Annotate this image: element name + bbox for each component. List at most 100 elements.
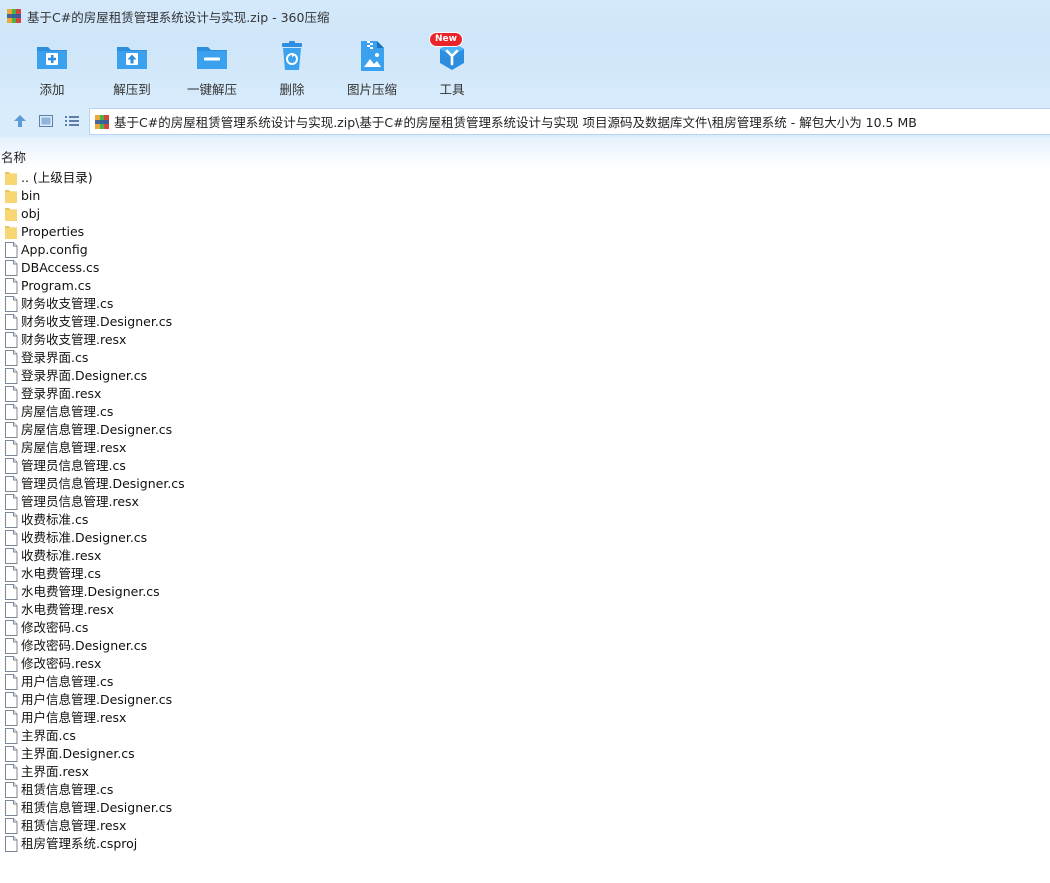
file-row[interactable]: 修改密码.cs <box>0 619 1050 637</box>
file-row[interactable]: DBAccess.cs <box>0 259 1050 277</box>
address-bar[interactable]: 基于C#的房屋租赁管理系统设计与实现.zip\基于C#的房屋租赁管理系统设计与实… <box>89 108 1050 135</box>
image-compress-label: 图片压缩 <box>346 82 397 97</box>
file-icon <box>5 350 18 366</box>
recycle-bin-icon <box>282 41 302 70</box>
navigation-bar: 基于C#的房屋租赁管理系统设计与实现.zip\基于C#的房屋租赁管理系统设计与实… <box>0 106 1050 137</box>
file-row[interactable]: 管理员信息管理.Designer.cs <box>0 475 1050 493</box>
file-row[interactable]: 用户信息管理.cs <box>0 673 1050 691</box>
file-row[interactable]: 房屋信息管理.resx <box>0 439 1050 457</box>
file-row[interactable]: 租赁信息管理.resx <box>0 817 1050 835</box>
add-button[interactable]: 添加 <box>12 36 92 102</box>
file-icon <box>5 386 18 402</box>
file-name: .. (上级目录) <box>21 170 93 185</box>
file-row[interactable]: 租赁信息管理.Designer.cs <box>0 799 1050 817</box>
file-row[interactable]: App.config <box>0 241 1050 259</box>
file-icon <box>5 422 18 438</box>
file-row[interactable]: 主界面.cs <box>0 727 1050 745</box>
file-row[interactable]: 房屋信息管理.Designer.cs <box>0 421 1050 439</box>
file-row[interactable]: 用户信息管理.Designer.cs <box>0 691 1050 709</box>
file-icon <box>5 296 18 312</box>
file-name: 财务收支管理.resx <box>21 332 127 347</box>
list-view-button[interactable] <box>63 112 81 130</box>
extract-to-button[interactable]: 解压到 <box>92 36 172 102</box>
folder-row[interactable]: Properties <box>0 223 1050 241</box>
file-icon <box>5 782 18 798</box>
folder-row[interactable]: bin <box>0 187 1050 205</box>
file-name: 租房管理系统.csproj <box>21 836 138 851</box>
file-name: bin <box>21 188 41 203</box>
file-row[interactable]: Program.cs <box>0 277 1050 295</box>
file-row[interactable]: 租赁信息管理.cs <box>0 781 1050 799</box>
file-name: 收费标准.cs <box>21 512 89 527</box>
tools-button[interactable]: New 工具 <box>412 32 492 102</box>
file-row[interactable]: 水电费管理.cs <box>0 565 1050 583</box>
up-button[interactable] <box>11 112 29 130</box>
file-row[interactable]: 财务收支管理.resx <box>0 331 1050 349</box>
file-row[interactable]: 用户信息管理.resx <box>0 709 1050 727</box>
file-name: 租赁信息管理.resx <box>21 818 127 833</box>
file-name: 收费标准.resx <box>21 548 102 563</box>
delete-button[interactable]: 删除 <box>252 36 332 102</box>
file-row[interactable]: 收费标准.resx <box>0 547 1050 565</box>
file-icon <box>5 458 18 474</box>
one-click-extract-icon <box>197 47 227 69</box>
column-name-header[interactable]: 名称 <box>1 147 26 166</box>
file-icon <box>5 404 18 420</box>
extract-to-label: 解压到 <box>113 82 151 97</box>
file-row[interactable]: 登录界面.resx <box>0 385 1050 403</box>
file-row[interactable]: 收费标准.Designer.cs <box>0 529 1050 547</box>
file-name: 租赁信息管理.cs <box>21 782 114 797</box>
file-icon <box>5 566 18 582</box>
file-row[interactable]: 管理员信息管理.cs <box>0 457 1050 475</box>
file-icon <box>5 746 18 762</box>
file-name: 用户信息管理.cs <box>21 674 114 689</box>
view-mode-icon <box>39 115 53 127</box>
file-row[interactable]: 修改密码.Designer.cs <box>0 637 1050 655</box>
file-row[interactable]: 房屋信息管理.cs <box>0 403 1050 421</box>
file-name: Program.cs <box>21 278 92 293</box>
file-row[interactable]: 登录界面.cs <box>0 349 1050 367</box>
folder-row[interactable]: obj <box>0 205 1050 223</box>
archive-window: 基于C#的房屋租赁管理系统设计与实现.zip - 360压缩 添加 解压到 一键… <box>0 0 1050 883</box>
folder-icon <box>5 172 17 185</box>
file-row[interactable]: 主界面.Designer.cs <box>0 745 1050 763</box>
file-name: 房屋信息管理.cs <box>21 404 114 419</box>
file-name: 水电费管理.resx <box>21 602 114 617</box>
file-row[interactable]: 租房管理系统.csproj <box>0 835 1050 853</box>
file-row[interactable]: 财务收支管理.cs <box>0 295 1050 313</box>
file-icon <box>5 332 18 348</box>
file-icon <box>5 638 18 654</box>
column-header: 名称 <box>0 137 1050 169</box>
file-name: 水电费管理.cs <box>21 566 101 581</box>
file-row[interactable]: 财务收支管理.Designer.cs <box>0 313 1050 331</box>
address-path: 基于C#的房屋租赁管理系统设计与实现.zip\基于C#的房屋租赁管理系统设计与实… <box>114 115 917 130</box>
file-row[interactable]: 修改密码.resx <box>0 655 1050 673</box>
file-row[interactable]: 收费标准.cs <box>0 511 1050 529</box>
file-name: 水电费管理.Designer.cs <box>21 584 160 599</box>
tools-label: 工具 <box>439 82 465 97</box>
file-row[interactable]: 登录界面.Designer.cs <box>0 367 1050 385</box>
file-row[interactable]: 水电费管理.resx <box>0 601 1050 619</box>
file-name: 用户信息管理.resx <box>21 710 127 725</box>
file-icon <box>5 260 18 276</box>
file-name: 收费标准.Designer.cs <box>21 530 148 545</box>
one-click-extract-button[interactable]: 一键解压 <box>172 36 252 102</box>
add-folder-icon <box>37 47 67 69</box>
arrow-up-icon <box>14 115 26 127</box>
file-row[interactable]: 管理员信息管理.resx <box>0 493 1050 511</box>
window-header: 基于C#的房屋租赁管理系统设计与实现.zip - 360压缩 添加 解压到 一键… <box>0 0 1050 106</box>
file-row[interactable]: 主界面.resx <box>0 763 1050 781</box>
file-icon <box>5 278 18 294</box>
file-name: 修改密码.resx <box>21 656 102 671</box>
file-icon <box>5 314 18 330</box>
file-name: 管理员信息管理.Designer.cs <box>21 476 185 491</box>
file-row[interactable]: 水电费管理.Designer.cs <box>0 583 1050 601</box>
folder-row[interactable]: .. (上级目录) <box>0 169 1050 187</box>
file-icon <box>5 818 18 834</box>
view-mode-button[interactable] <box>37 112 55 130</box>
file-icon <box>5 620 18 636</box>
file-name: obj <box>21 206 41 221</box>
file-icon <box>5 836 18 852</box>
image-compress-button[interactable]: 图片压缩 <box>332 36 412 102</box>
file-name: 财务收支管理.Designer.cs <box>21 314 173 329</box>
